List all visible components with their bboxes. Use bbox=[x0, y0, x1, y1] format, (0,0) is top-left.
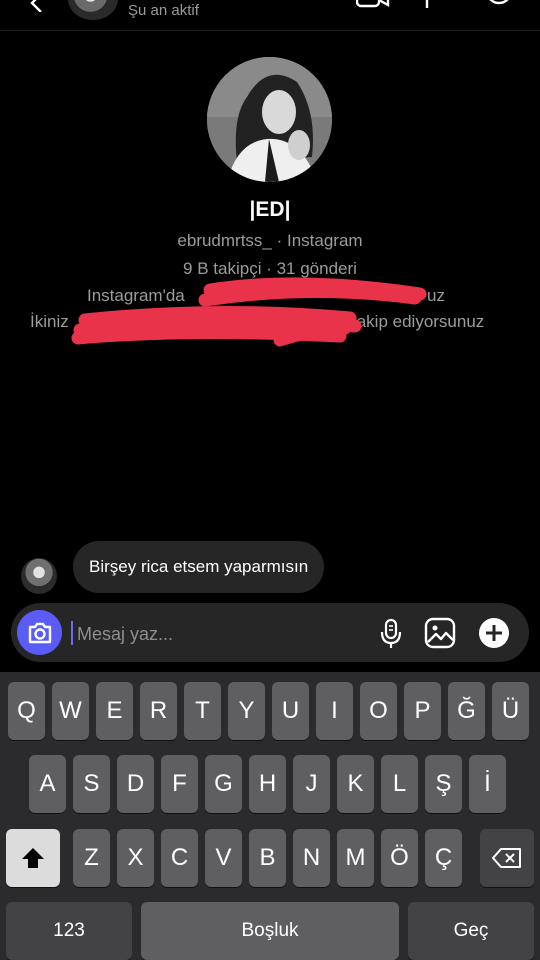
active-status: Şu an aktif bbox=[128, 2, 199, 19]
follow-line2-start: İkiniz bbox=[30, 312, 69, 331]
onscreen-keyboard: Q W E R T Y U I O P Ğ Ü A S D F G H J K … bbox=[0, 672, 540, 960]
camera-icon bbox=[28, 622, 51, 643]
key-j[interactable]: J bbox=[293, 755, 330, 813]
key-g[interactable]: G bbox=[205, 755, 242, 813]
key-d[interactable]: D bbox=[117, 755, 154, 813]
info-icon[interactable] bbox=[484, 0, 514, 12]
key-r[interactable]: R bbox=[140, 682, 177, 740]
username-line: ebrudmrtss_ · Instagram bbox=[177, 231, 363, 250]
key-c-cedilla[interactable]: Ç bbox=[425, 829, 462, 887]
key-q[interactable]: Q bbox=[8, 682, 45, 740]
key-w[interactable]: W bbox=[52, 682, 89, 740]
key-e[interactable]: E bbox=[96, 682, 133, 740]
flag-icon[interactable] bbox=[424, 0, 448, 8]
chat-header: Şu an aktif bbox=[0, 0, 540, 31]
backspace-icon bbox=[492, 848, 521, 868]
camera-button[interactable] bbox=[17, 610, 62, 655]
key-s-cedilla[interactable]: Ş bbox=[425, 755, 462, 813]
profile-avatar[interactable] bbox=[207, 57, 332, 182]
text-caret bbox=[71, 621, 73, 645]
add-icon[interactable] bbox=[478, 617, 510, 649]
key-u-umlaut[interactable]: Ü bbox=[492, 682, 529, 740]
sender-avatar[interactable] bbox=[21, 558, 57, 594]
key-c[interactable]: C bbox=[161, 829, 198, 887]
key-v[interactable]: V bbox=[205, 829, 242, 887]
key-y[interactable]: Y bbox=[228, 682, 265, 740]
key-a[interactable]: A bbox=[29, 755, 66, 813]
key-f[interactable]: F bbox=[161, 755, 198, 813]
header-avatar[interactable] bbox=[68, 0, 118, 20]
key-x[interactable]: X bbox=[117, 829, 154, 887]
shift-key[interactable] bbox=[6, 829, 60, 887]
gallery-icon[interactable] bbox=[424, 617, 456, 649]
display-name: |ED| bbox=[249, 198, 291, 221]
space-key[interactable]: Boşluk bbox=[141, 902, 399, 960]
key-s[interactable]: S bbox=[73, 755, 110, 813]
numbers-key[interactable]: 123 bbox=[6, 902, 132, 960]
key-i-dotted[interactable]: İ bbox=[469, 755, 506, 813]
message-input[interactable] bbox=[75, 617, 369, 651]
key-z[interactable]: Z bbox=[73, 829, 110, 887]
back-arrow-icon[interactable] bbox=[28, 0, 46, 12]
follow-info-line-2: İkiniz takip ediyorsunuz bbox=[30, 312, 484, 332]
key-n[interactable]: N bbox=[293, 829, 330, 887]
key-u[interactable]: U bbox=[272, 682, 309, 740]
microphone-icon[interactable] bbox=[379, 618, 403, 650]
key-g-breve[interactable]: Ğ bbox=[448, 682, 485, 740]
key-p[interactable]: P bbox=[404, 682, 441, 740]
go-key[interactable]: Geç bbox=[408, 902, 534, 960]
key-t[interactable]: T bbox=[184, 682, 221, 740]
key-m[interactable]: M bbox=[337, 829, 374, 887]
key-o[interactable]: O bbox=[360, 682, 397, 740]
backspace-key[interactable] bbox=[480, 829, 534, 887]
video-call-icon[interactable] bbox=[356, 0, 390, 8]
message-composer bbox=[11, 603, 529, 662]
key-i[interactable]: I bbox=[316, 682, 353, 740]
message-bubble[interactable]: Birşey rica etsem yaparmısın bbox=[73, 541, 325, 593]
key-h[interactable]: H bbox=[249, 755, 286, 813]
key-o-umlaut[interactable]: Ö bbox=[381, 829, 418, 887]
key-k[interactable]: K bbox=[337, 755, 374, 813]
red-redaction-scribble bbox=[71, 277, 427, 347]
shift-arrow-icon bbox=[22, 848, 44, 868]
key-l[interactable]: L bbox=[381, 755, 418, 813]
key-b[interactable]: B bbox=[249, 829, 286, 887]
